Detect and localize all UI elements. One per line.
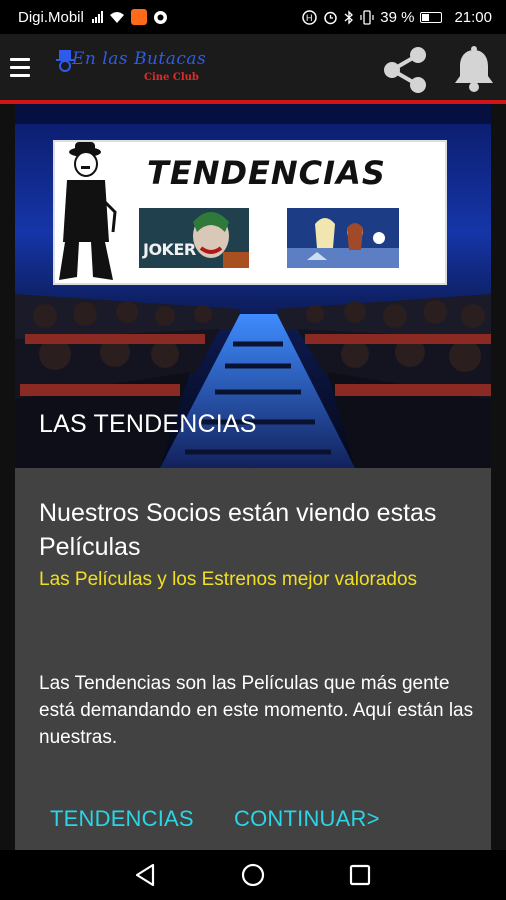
recents-icon[interactable] [345, 860, 375, 890]
bell-icon[interactable] [446, 42, 502, 98]
movie-poster-frozen [287, 208, 399, 268]
menu-icon[interactable] [0, 34, 40, 100]
share-icon[interactable] [378, 42, 434, 98]
app-notification-icon-2 [153, 10, 167, 24]
tendencias-button[interactable]: TENDENCIAS [50, 806, 194, 832]
logo-script: En las Butacas [72, 49, 207, 69]
home-icon[interactable] [238, 860, 268, 890]
headset-icon: H [302, 9, 317, 25]
content-area: TENDENCIAS JOKER LAS TENDENCIAS Nuestros… [0, 104, 506, 850]
app-logo: En las Butacas Cine Club [54, 42, 214, 92]
poster-text: JOKER [143, 240, 196, 259]
cinema-screen: TENDENCIAS JOKER [53, 140, 447, 285]
card-headline: Nuestros Socios están viendo estas Pelíc… [39, 499, 437, 561]
alarm-icon [324, 11, 337, 24]
hero-title: LAS TENDENCIAS [39, 410, 257, 438]
vibrate-icon [360, 9, 374, 25]
trends-card[interactable]: TENDENCIAS JOKER LAS TENDENCIAS Nuestros… [15, 104, 491, 850]
logo-subtitle: Cine Club [144, 72, 199, 83]
continuar-button[interactable]: CONTINUAR> [234, 806, 380, 832]
system-nav-bar [0, 850, 506, 900]
card-description: Las Tendencias son las Películas que más… [39, 673, 474, 748]
status-bar: Digi.Mobil H 39 % 21:00 [0, 0, 506, 34]
hero-image: TENDENCIAS JOKER LAS TENDENCIAS [15, 104, 491, 468]
signal-icon [91, 11, 103, 23]
back-icon[interactable] [131, 860, 161, 890]
clock-time: 21:00 [454, 8, 492, 26]
svg-text:H: H [306, 13, 313, 23]
screen-title: TENDENCIAS [147, 154, 386, 192]
chaplin-silhouette [59, 142, 117, 280]
carrier-name: Digi.Mobil [18, 8, 84, 26]
movie-poster-joker: JOKER [139, 208, 249, 268]
card-subline: Las Películas y los Estrenos mejor valor… [39, 569, 418, 590]
wifi-icon [109, 11, 124, 23]
battery-icon [420, 11, 443, 23]
bluetooth-icon [344, 9, 354, 25]
battery-percent: 39 % [380, 8, 415, 26]
app-notification-icon [130, 9, 147, 25]
